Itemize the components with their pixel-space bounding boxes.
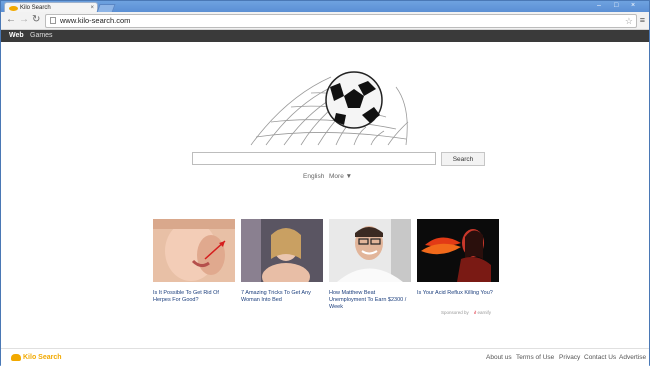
address-bar[interactable]: www.kilo-search.com ☆ [45,14,637,28]
ad-caption[interactable]: Is It Possible To Get Rid Of Herpes For … [153,290,235,304]
maximize-button[interactable]: □ [614,1,618,11]
reload-icon[interactable]: ↻ [32,14,40,26]
language-link[interactable]: English [303,173,324,180]
sponsored-label: Sponsored by [441,310,469,315]
sponsored-by[interactable]: Sponsored by ∂ earnify [441,310,491,315]
close-window-button[interactable]: × [631,1,635,11]
footer-link-advertise[interactable]: Advertise [619,353,646,362]
ad-card[interactable]: 7 Amazing Tricks To Get Any Woman Into B… [241,219,323,304]
ad-caption[interactable]: Is Your Acid Reflux Killing You? [417,290,499,297]
footer-logo-text: Kilo Search [23,354,62,361]
kilo-logo-icon [11,353,21,361]
back-arrow-icon[interactable]: ← [6,14,16,26]
footer-link-privacy[interactable]: Privacy [559,353,580,362]
page-icon [50,17,56,24]
search-button[interactable]: Search [441,152,485,166]
url-text[interactable]: www.kilo-search.com [60,15,130,27]
footer: Kilo Search About us Terms of Use Privac… [1,348,649,366]
earnify-logo-icon: ∂ [474,310,477,315]
ad-image-fire [417,219,499,282]
minimize-button[interactable]: – [597,1,601,11]
footer-link-contact[interactable]: Contact Us [584,353,616,362]
ad-image-man [329,219,411,282]
site-nav-bar: Web Games [1,30,649,42]
bookmark-star-icon[interactable]: ☆ [625,15,633,27]
ad-image-woman [241,219,323,291]
nav-games[interactable]: Games [30,30,53,42]
ad-image-face [153,219,235,282]
kilo-favicon-icon [9,6,18,11]
browser-window: Kilo Search × – □ × ← → ↻ www.kilo-searc… [0,0,650,366]
browser-toolbar: ← → ↻ www.kilo-search.com ☆ ≡ [1,12,649,30]
title-bar: Kilo Search × – □ × [1,1,649,13]
ad-card[interactable]: Is It Possible To Get Rid Of Herpes For … [153,219,235,304]
footer-link-terms[interactable]: Terms of Use [516,353,554,362]
menu-icon[interactable]: ≡ [640,15,645,25]
search-input[interactable] [192,152,436,165]
nav-web[interactable]: Web [9,30,24,42]
ad-caption[interactable]: 7 Amazing Tricks To Get Any Woman Into B… [241,290,323,304]
ad-caption[interactable]: How Matthew Beat Unemployment To Earn $2… [329,290,411,311]
ad-card[interactable]: How Matthew Beat Unemployment To Earn $2… [329,219,411,311]
more-dropdown[interactable]: More ▼ [329,173,352,180]
forward-arrow-icon[interactable]: → [19,14,29,26]
footer-logo[interactable]: Kilo Search [11,353,62,362]
sponsor-brand: earnify [477,310,492,315]
footer-link-about[interactable]: About us [486,353,512,362]
ad-card[interactable]: Is Your Acid Reflux Killing You? [417,219,499,297]
soccer-goal-logo [250,71,409,146]
